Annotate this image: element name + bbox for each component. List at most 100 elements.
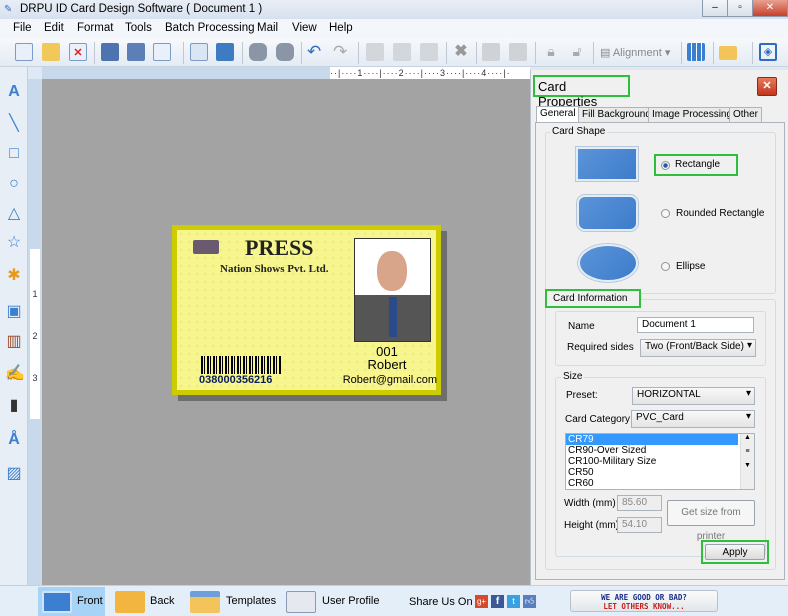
camera-icon (193, 240, 219, 254)
photo[interactable] (354, 238, 431, 342)
alignment-dropdown[interactable]: ▤ Alignment ▾ (600, 46, 670, 59)
id-card[interactable]: PRESS Nation Shows Pvt. Ltd. 001 Robert … (172, 225, 441, 395)
width-input[interactable]: 85.60 (617, 495, 662, 511)
symbol-tool-icon[interactable]: ✱ (5, 267, 23, 285)
minimize-button[interactable]: – (702, 0, 728, 17)
barcode-tool-icon[interactable]: ▮ (5, 397, 23, 415)
maximize-button[interactable]: ▫ (727, 0, 753, 17)
front-tab[interactable]: Front (38, 587, 105, 616)
list-item[interactable]: CR60 (566, 478, 754, 489)
google-plus-icon[interactable]: g+ (475, 595, 488, 608)
menu-mail[interactable]: Mail (257, 22, 278, 34)
print-preview-icon[interactable] (190, 43, 208, 61)
mail-icon[interactable] (719, 46, 737, 60)
text-tool-icon[interactable]: A (5, 83, 23, 101)
height-label: Height (mm) (564, 520, 620, 531)
facebook-icon[interactable]: f (491, 595, 504, 608)
ellipse-tool-icon[interactable]: ○ (5, 175, 23, 193)
star-tool-icon[interactable]: ☆ (5, 234, 23, 252)
rectangle-tool-icon[interactable]: □ (5, 145, 23, 163)
get-size-from-printer-button[interactable]: Get size from printer (667, 500, 755, 542)
size-list[interactable]: CR79 CR90-Over Sized CR100-Military Size… (565, 433, 755, 490)
tab-image-processing[interactable]: Image Processing (648, 107, 737, 122)
redo-icon[interactable]: ↷ (333, 43, 351, 61)
panel-title: Card Properties (533, 75, 630, 109)
apply-button-highlight: Apply (701, 540, 769, 564)
card-title[interactable]: PRESS (245, 235, 313, 261)
rounded-rectangle-shape-preview[interactable] (577, 195, 638, 231)
lock-icon[interactable]: 🔒︎ (542, 43, 560, 61)
list-item[interactable]: CR90-Over Sized (566, 445, 754, 456)
save-icon[interactable] (101, 43, 119, 61)
menu-format[interactable]: Format (77, 22, 113, 34)
menu-batch-processing[interactable]: Batch Processing (165, 22, 255, 34)
barcode[interactable] (201, 356, 281, 374)
save-as-icon[interactable] (127, 43, 145, 61)
like-icon[interactable]: 👍︎ (523, 595, 536, 608)
menu-file[interactable]: File (13, 22, 32, 34)
export-icon[interactable] (153, 43, 171, 61)
open-icon[interactable] (42, 43, 60, 61)
required-sides-select[interactable]: Two (Front/Back Side) (640, 339, 756, 357)
back-tab[interactable]: Back (110, 587, 182, 616)
paste-icon[interactable] (420, 43, 438, 61)
tab-other[interactable]: Other (729, 107, 763, 122)
app-icon: ✎ (4, 4, 13, 15)
list-scrollbar[interactable]: ▲ ≡ ▼ (740, 434, 754, 489)
delete-icon[interactable]: ✖ (452, 43, 470, 61)
rectangle-radio[interactable] (661, 161, 670, 170)
menu-view[interactable]: View (292, 22, 317, 34)
undo-icon[interactable]: ↶ (307, 43, 325, 61)
card-email[interactable]: Robert@gmail.com (327, 374, 437, 386)
feedback-banner[interactable]: WE ARE GOOD OR BAD? LET OTHERS KNOW... (570, 590, 718, 612)
triangle-tool-icon[interactable]: △ (5, 205, 23, 223)
list-item[interactable]: CR79 (566, 434, 738, 445)
menu-bar: File Edit Format Tools Batch Processing … (0, 19, 788, 38)
rounded-rectangle-radio[interactable] (661, 209, 670, 218)
grid-icon[interactable] (687, 43, 705, 61)
twitter-icon[interactable]: t (507, 595, 520, 608)
card-name[interactable]: Robert (337, 357, 437, 372)
library-tool-icon[interactable]: ▥ (5, 333, 23, 351)
height-input[interactable]: 54.10 (617, 517, 662, 533)
line-tool-icon[interactable]: ╲ (5, 115, 23, 133)
new-icon[interactable] (15, 43, 33, 61)
rounded-rectangle-label: Rounded Rectangle (676, 208, 765, 219)
cut-icon[interactable] (366, 43, 384, 61)
database-icon[interactable] (276, 43, 294, 61)
menu-tools[interactable]: Tools (125, 22, 152, 34)
list-item[interactable]: CR100-Military Size (566, 456, 754, 467)
card-information-label: Card Information (545, 289, 641, 308)
ellipse-radio[interactable] (661, 262, 670, 271)
list-item[interactable]: CR50 (566, 467, 754, 478)
close-panel-button[interactable]: ✕ (757, 77, 777, 96)
tab-fill-background[interactable]: Fill Background (578, 107, 655, 122)
close-doc-icon[interactable]: ✕ (69, 43, 87, 61)
copy-icon[interactable] (393, 43, 411, 61)
preset-select[interactable]: HORIZONTAL (632, 387, 755, 405)
user-profile-tab[interactable]: User Profile (282, 587, 382, 616)
unlock-icon[interactable]: 🔓︎ (568, 43, 586, 61)
name-input[interactable]: Document 1 (637, 317, 754, 333)
send-back-icon[interactable] (509, 43, 527, 61)
signature-tool-icon[interactable]: ✍ (5, 365, 25, 383)
menu-help[interactable]: Help (329, 22, 353, 34)
close-window-button[interactable]: ✕ (752, 0, 788, 17)
picture-tool-icon[interactable]: ▨ (5, 465, 23, 483)
watermark-tool-icon[interactable]: Å (5, 431, 23, 449)
rectangle-option[interactable]: Rectangle (654, 154, 738, 176)
bring-front-icon[interactable] (482, 43, 500, 61)
menu-edit[interactable]: Edit (44, 22, 64, 34)
templates-tab[interactable]: Templates (186, 587, 278, 616)
apply-button[interactable]: Apply (705, 544, 765, 560)
ellipse-shape-preview[interactable] (578, 244, 638, 282)
tab-general[interactable]: General (536, 106, 580, 122)
print-icon[interactable] (216, 43, 234, 61)
card-company[interactable]: Nation Shows Pvt. Ltd. (220, 263, 329, 275)
rectangle-shape-preview[interactable] (576, 147, 638, 181)
front-icon (42, 591, 72, 613)
card-category-select[interactable]: PVC_Card (631, 410, 755, 428)
image-tool-icon[interactable]: ▣ (5, 303, 23, 321)
database-add-icon[interactable] (249, 43, 267, 61)
fit-icon[interactable]: ◈ (759, 43, 777, 61)
